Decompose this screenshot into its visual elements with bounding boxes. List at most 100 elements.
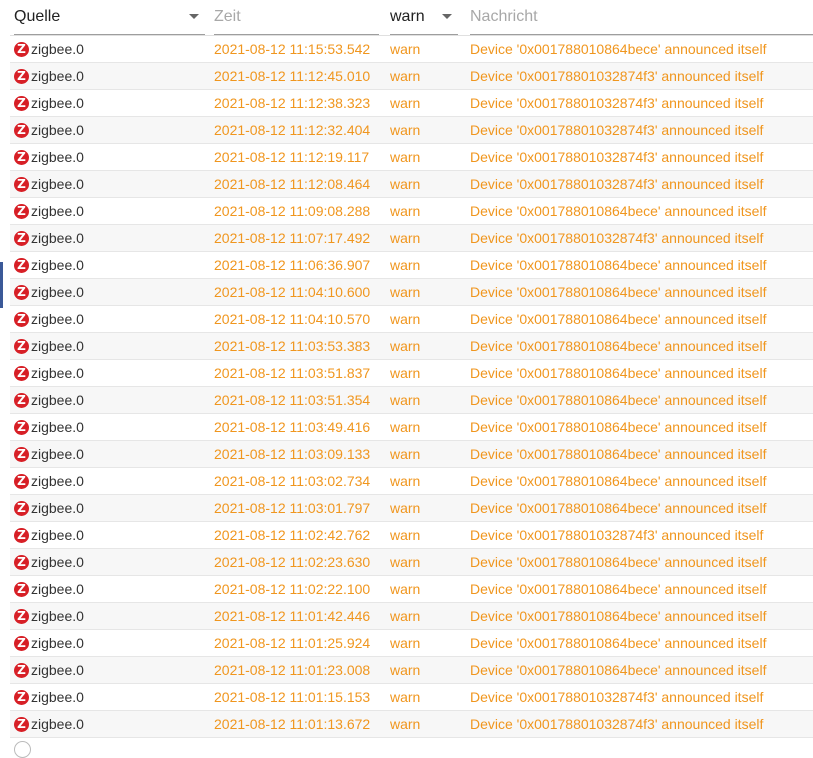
- row-time: 2021-08-12 11:03:01.797: [214, 500, 371, 516]
- row-level: warn: [390, 689, 421, 705]
- row-source: Zzigbee.0: [14, 522, 84, 548]
- table-row[interactable]: Zzigbee.0 2021-08-12 11:04:10.570 warn Devi…: [10, 306, 813, 333]
- row-time: 2021-08-12 11:12:38.323: [214, 95, 371, 111]
- row-level: warn: [390, 662, 421, 678]
- row-message: Device '0x001788010864bece' announced it…: [470, 41, 767, 57]
- row-source: Zzigbee.0: [14, 684, 84, 710]
- row-source-label: zigbee.0: [31, 635, 84, 651]
- table-row[interactable]: Zzigbee.0 2021-08-12 11:01:25.924 warn Devi…: [10, 630, 813, 657]
- table-row[interactable]: Zzigbee.0 2021-08-12 11:12:38.323 warn Devi…: [10, 90, 813, 117]
- table-row[interactable]: Zzigbee.0 2021-08-12 11:02:42.762 warn Devi…: [10, 522, 813, 549]
- zigbee-icon: Z: [14, 257, 29, 273]
- row-level: warn: [390, 122, 421, 138]
- table-row[interactable]: Zzigbee.0 2021-08-12 11:03:02.734 warn Devi…: [10, 468, 813, 495]
- table-row[interactable]: Zzigbee.0 2021-08-12 11:07:17.492 warn Devi…: [10, 225, 813, 252]
- row-source-label: zigbee.0: [31, 41, 84, 57]
- log-rows: Zzigbee.0 2021-08-12 11:15:53.542 warn Devi…: [10, 36, 813, 738]
- table-row[interactable]: Zzigbee.0 2021-08-12 11:06:36.907 warn Devi…: [10, 252, 813, 279]
- table-row[interactable]: Zzigbee.0 2021-08-12 11:03:51.837 warn Devi…: [10, 360, 813, 387]
- zigbee-icon: Z: [14, 338, 29, 354]
- row-source: Zzigbee.0: [14, 414, 84, 440]
- zigbee-icon: Z: [14, 392, 29, 408]
- row-message: Device '0x001788010864bece' announced it…: [470, 419, 767, 435]
- table-row[interactable]: Zzigbee.0 2021-08-12 11:09:08.288 warn Devi…: [10, 198, 813, 225]
- row-level: warn: [390, 716, 421, 732]
- row-message: Device '0x00178801032874f3' announced it…: [470, 689, 764, 705]
- row-time: 2021-08-12 11:09:08.288: [214, 203, 371, 219]
- row-source: Zzigbee.0: [14, 657, 84, 683]
- zigbee-icon: Z: [14, 608, 29, 624]
- row-source-label: zigbee.0: [31, 581, 84, 597]
- row-message: Device '0x00178801032874f3' announced it…: [470, 527, 764, 543]
- table-row[interactable]: Zzigbee.0 2021-08-12 11:12:32.404 warn Devi…: [10, 117, 813, 144]
- row-source: Zzigbee.0: [14, 576, 84, 602]
- table-row[interactable]: Zzigbee.0 2021-08-12 11:03:51.354 warn Devi…: [10, 387, 813, 414]
- zigbee-icon: Z: [14, 149, 29, 165]
- table-row[interactable]: Zzigbee.0 2021-08-12 11:03:49.416 warn Devi…: [10, 414, 813, 441]
- row-source-label: zigbee.0: [31, 473, 84, 489]
- row-message: Device '0x00178801032874f3' announced it…: [470, 68, 764, 84]
- table-row[interactable]: Zzigbee.0 2021-08-12 11:03:53.383 warn Devi…: [10, 333, 813, 360]
- row-source: Zzigbee.0: [14, 306, 84, 332]
- table-row[interactable]: Zzigbee.0 2021-08-12 11:02:22.100 warn Devi…: [10, 576, 813, 603]
- table-row[interactable]: Zzigbee.0 2021-08-12 11:01:23.008 warn Devi…: [10, 657, 813, 684]
- row-time: 2021-08-12 11:01:25.924: [214, 635, 371, 651]
- table-row[interactable]: Zzigbee.0 2021-08-12 11:15:53.542 warn Devi…: [10, 36, 813, 63]
- row-source-label: zigbee.0: [31, 203, 84, 219]
- source-filter-select[interactable]: Quelle: [14, 0, 205, 35]
- row-source: Zzigbee.0: [14, 198, 84, 224]
- table-row[interactable]: Zzigbee.0 2021-08-12 11:12:19.117 warn Devi…: [10, 144, 813, 171]
- time-filter-input[interactable]: Zeit: [214, 0, 379, 35]
- row-time: 2021-08-12 11:03:51.354: [214, 392, 371, 408]
- zigbee-icon: Z: [14, 176, 29, 192]
- row-message: Device '0x001788010864bece' announced it…: [470, 311, 767, 327]
- time-filter-placeholder: Zeit: [214, 8, 241, 25]
- table-row[interactable]: Zzigbee.0 2021-08-12 11:12:08.464 warn Devi…: [10, 171, 813, 198]
- row-message: Device '0x001788010864bece' announced it…: [470, 257, 767, 273]
- row-level: warn: [390, 95, 421, 111]
- row-source-label: zigbee.0: [31, 689, 84, 705]
- row-message: Device '0x00178801032874f3' announced it…: [470, 122, 764, 138]
- zigbee-icon: Z: [14, 41, 29, 57]
- row-source-label: zigbee.0: [31, 419, 84, 435]
- row-time: 2021-08-12 11:01:13.672: [214, 716, 371, 732]
- row-level: warn: [390, 608, 421, 624]
- zigbee-icon: Z: [14, 581, 29, 597]
- row-time: 2021-08-12 11:02:22.100: [214, 581, 371, 597]
- row-source: Zzigbee.0: [14, 711, 84, 737]
- row-level: warn: [390, 311, 421, 327]
- row-source: Zzigbee.0: [14, 279, 84, 305]
- row-source: Zzigbee.0: [14, 225, 84, 251]
- table-row[interactable]: Zzigbee.0 2021-08-12 11:03:01.797 warn Devi…: [10, 495, 813, 522]
- level-filter-select[interactable]: warn: [390, 0, 458, 35]
- zigbee-icon: Z: [14, 662, 29, 678]
- row-time: 2021-08-12 11:12:08.464: [214, 176, 371, 192]
- table-row[interactable]: Zzigbee.0 2021-08-12 11:01:42.446 warn Devi…: [10, 603, 813, 630]
- row-source: Zzigbee.0: [14, 63, 84, 89]
- message-filter-input[interactable]: Nachricht: [470, 0, 813, 35]
- table-row[interactable]: Zzigbee.0 2021-08-12 11:01:15.153 warn Devi…: [10, 684, 813, 711]
- row-level: warn: [390, 365, 421, 381]
- row-level: warn: [390, 392, 421, 408]
- chevron-down-icon: [442, 14, 452, 19]
- row-source-label: zigbee.0: [31, 149, 84, 165]
- table-row[interactable]: Zzigbee.0 2021-08-12 11:12:45.010 warn Devi…: [10, 63, 813, 90]
- message-filter-placeholder: Nachricht: [470, 8, 538, 25]
- table-row[interactable]: Zzigbee.0 2021-08-12 11:02:23.630 warn Devi…: [10, 549, 813, 576]
- row-level: warn: [390, 554, 421, 570]
- row-source: Zzigbee.0: [14, 90, 84, 116]
- row-source: Zzigbee.0: [14, 441, 84, 467]
- row-message: Device '0x001788010864bece' announced it…: [470, 392, 767, 408]
- row-level: warn: [390, 338, 421, 354]
- zigbee-icon: Z: [14, 365, 29, 381]
- table-row[interactable]: Zzigbee.0 2021-08-12 11:01:13.672 warn Devi…: [10, 711, 813, 738]
- table-row[interactable]: Zzigbee.0 2021-08-12 11:04:10.600 warn Devi…: [10, 279, 813, 306]
- row-source: Zzigbee.0: [14, 603, 84, 629]
- table-row[interactable]: Zzigbee.0 2021-08-12 11:03:09.133 warn Devi…: [10, 441, 813, 468]
- row-time: 2021-08-12 11:01:42.446: [214, 608, 371, 624]
- row-source-label: zigbee.0: [31, 500, 84, 516]
- row-time: 2021-08-12 11:06:36.907: [214, 257, 371, 273]
- zigbee-icon: Z: [14, 554, 29, 570]
- row-source: Zzigbee.0: [14, 171, 84, 197]
- row-time: 2021-08-12 11:02:23.630: [214, 554, 371, 570]
